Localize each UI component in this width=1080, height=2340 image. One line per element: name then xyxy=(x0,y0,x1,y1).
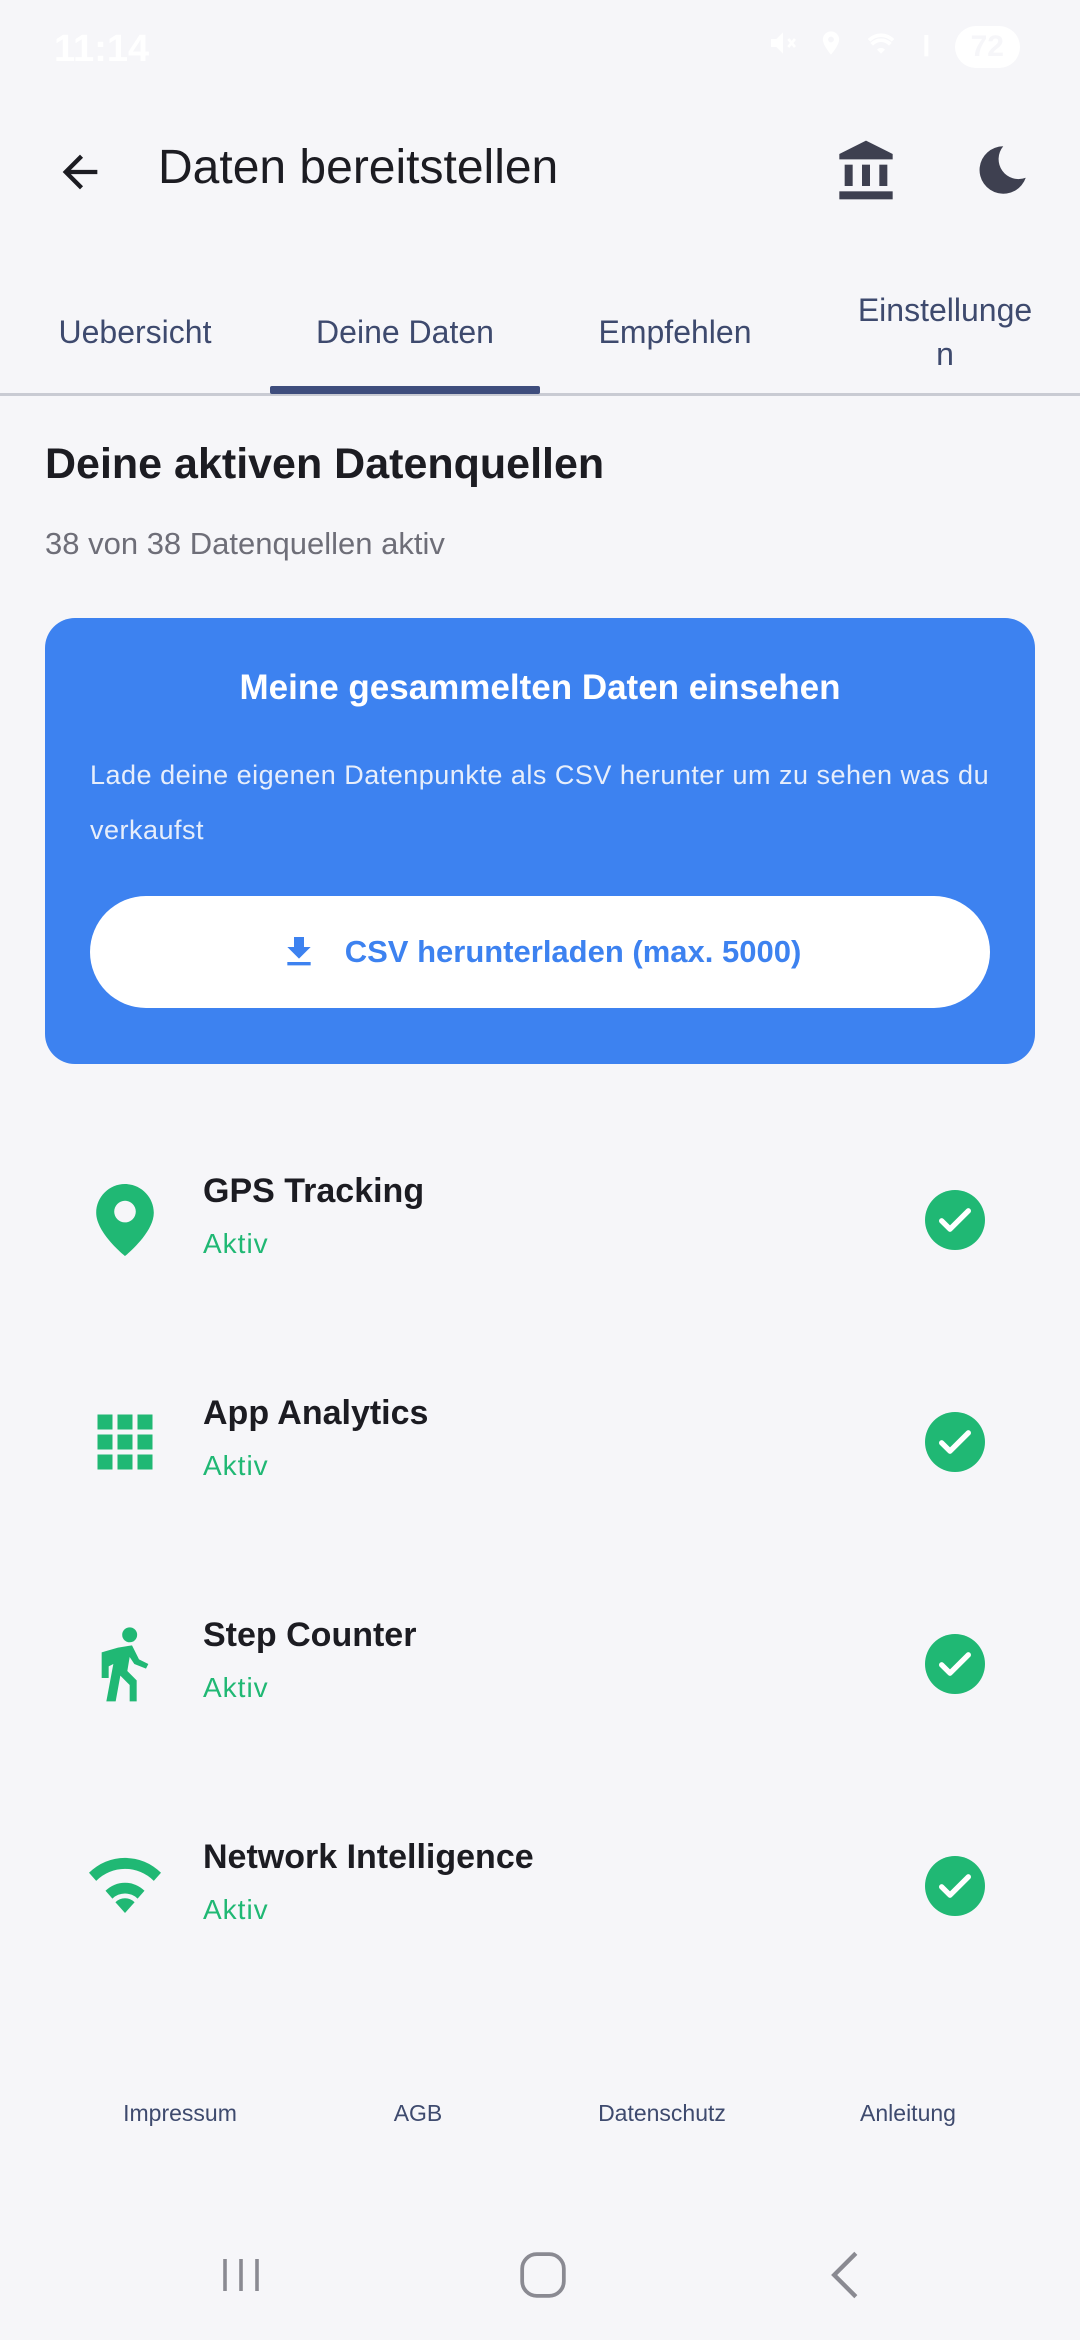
recent-apps-icon xyxy=(223,2259,259,2291)
screen: 11:14 72 Daten bereitstellen Uebersicht … xyxy=(0,0,1080,2340)
source-status: Aktiv xyxy=(203,1450,269,1481)
chevron-left-icon xyxy=(831,2251,858,2299)
check-circle-icon xyxy=(925,1412,985,1472)
home-icon xyxy=(520,2252,566,2298)
recent-apps-button[interactable] xyxy=(196,2240,286,2310)
source-status: Aktiv xyxy=(203,1894,269,1925)
check-circle-icon xyxy=(925,1634,985,1694)
active-tab-indicator xyxy=(270,386,540,394)
card-description: Lade deine eigenen Datenpunkte als CSV h… xyxy=(90,760,990,845)
tab-einstellungen[interactable]: Einstellunge n xyxy=(810,270,1080,393)
list-item[interactable]: GPS Tracking Aktiv xyxy=(45,1130,1035,1310)
source-title: App Analytics xyxy=(203,1394,429,1432)
list-item[interactable]: Network Intelligence Aktiv xyxy=(45,1796,1035,1976)
battery-indicator: 72 xyxy=(954,26,1020,68)
wifi-icon xyxy=(85,1846,165,1926)
bank-button[interactable] xyxy=(826,130,906,210)
footer-link-anleitung[interactable]: Anleitung xyxy=(798,2100,1018,2127)
source-title: Network Intelligence xyxy=(203,1838,534,1876)
status-bar: 11:14 72 xyxy=(0,0,1080,100)
location-icon xyxy=(817,27,845,67)
status-icons: 72 xyxy=(767,26,1020,68)
tab-uebersicht[interactable]: Uebersicht xyxy=(0,270,270,393)
moon-icon xyxy=(979,146,1026,194)
status-time: 11:14 xyxy=(54,28,150,70)
grid-icon xyxy=(85,1402,165,1482)
csv-download-button[interactable]: CSV herunterladen (max. 5000) xyxy=(90,896,990,1008)
location-pin-icon xyxy=(85,1180,165,1260)
bank-icon xyxy=(839,140,893,200)
csv-download-label: CSV herunterladen (max. 5000) xyxy=(344,934,802,969)
source-title: GPS Tracking xyxy=(203,1172,425,1210)
check-circle-icon xyxy=(925,1856,985,1916)
section-title: Deine aktiven Datenquellen xyxy=(45,440,605,488)
walking-icon xyxy=(85,1624,165,1704)
tab-bar: Uebersicht Deine Daten Empfehlen Einstel… xyxy=(0,270,1080,396)
list-item[interactable]: App Analytics Aktiv xyxy=(45,1352,1035,1532)
wifi-status-icon xyxy=(863,27,899,67)
mute-icon xyxy=(767,27,799,67)
back-nav-button[interactable] xyxy=(800,2240,890,2310)
list-item[interactable]: Step Counter Aktiv xyxy=(45,1574,1035,1754)
system-nav-bar xyxy=(0,2200,1080,2340)
home-button[interactable] xyxy=(498,2240,588,2310)
page-title: Daten bereitstellen xyxy=(158,141,559,194)
tab-deine-daten[interactable]: Deine Daten xyxy=(270,270,540,393)
check-circle-icon xyxy=(925,1190,985,1250)
app-bar: Daten bereitstellen xyxy=(0,110,1080,230)
source-status: Aktiv xyxy=(203,1672,269,1703)
footer-link-impressum[interactable]: Impressum xyxy=(70,2100,290,2127)
section-subtitle: 38 von 38 Datenquellen aktiv xyxy=(45,526,445,561)
footer-link-agb[interactable]: AGB xyxy=(308,2100,528,2127)
data-export-card: Meine gesammelten Daten einsehen Lade de… xyxy=(45,618,1035,1064)
source-title: Step Counter xyxy=(203,1616,417,1654)
back-button[interactable] xyxy=(40,132,120,212)
signal-icon xyxy=(917,27,937,67)
download-icon xyxy=(287,937,311,966)
source-status: Aktiv xyxy=(203,1228,269,1259)
card-title: Meine gesammelten Daten einsehen xyxy=(239,668,841,707)
footer-link-datenschutz[interactable]: Datenschutz xyxy=(552,2100,772,2127)
arrow-left-icon xyxy=(62,154,98,190)
dark-mode-button[interactable] xyxy=(962,130,1042,210)
tab-empfehlen[interactable]: Empfehlen xyxy=(540,270,810,393)
